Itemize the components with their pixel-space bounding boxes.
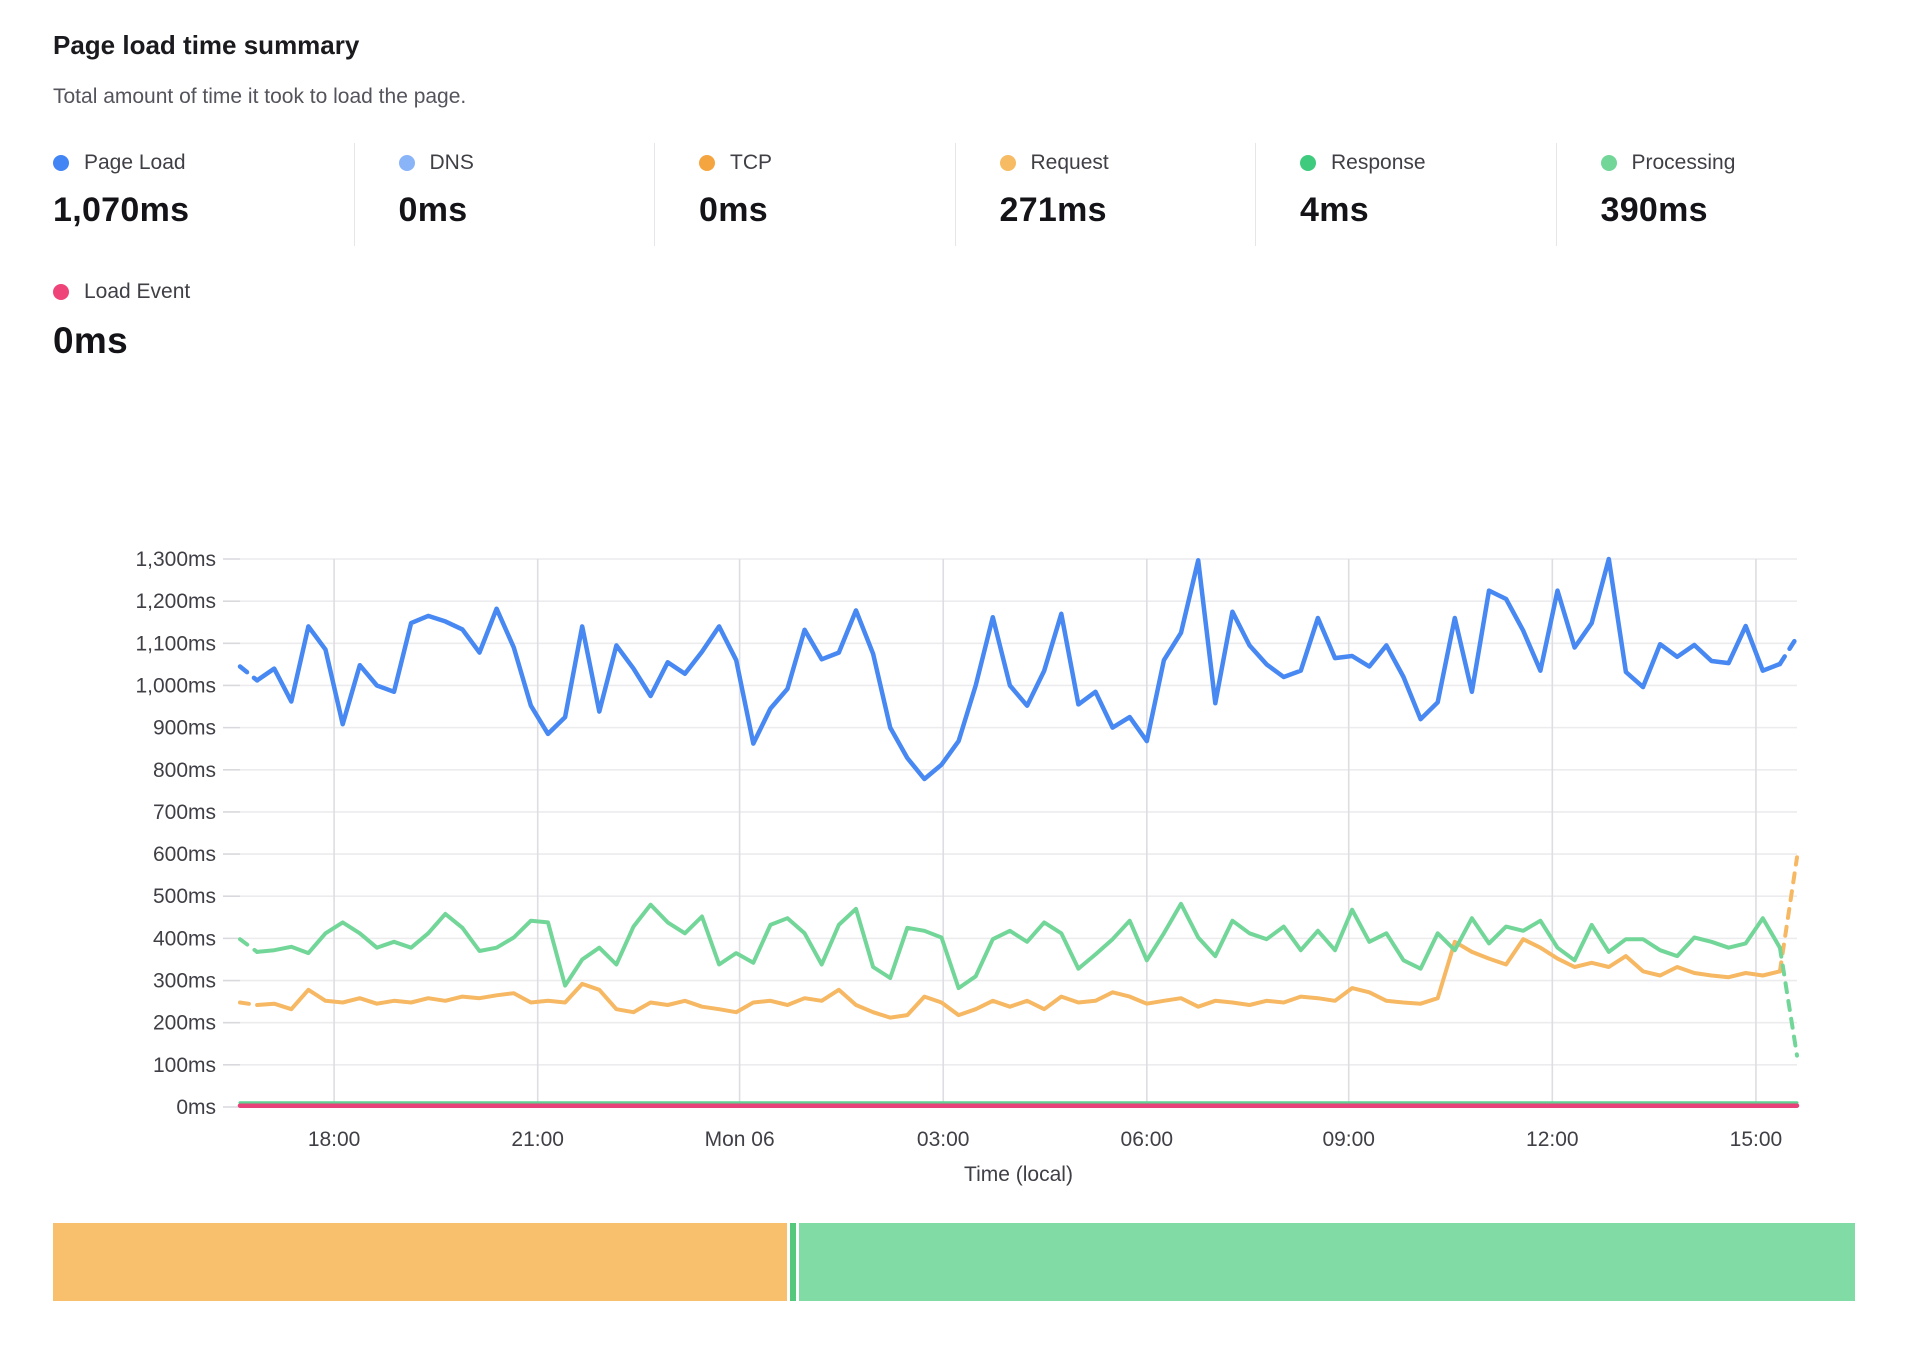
svg-text:Mon 06: Mon 06 [705,1128,775,1151]
metric-legend: Processing [1601,151,1857,175]
metric-legend: Request [1000,151,1256,175]
metric-tcp: TCP 0ms [654,143,955,246]
metrics-row-2: Load Event 0ms [53,272,1856,378]
svg-text:100ms: 100ms [153,1054,216,1077]
status-segment-processing-share [799,1223,1856,1301]
status-segment-request-share [53,1223,787,1301]
series-page-load [240,559,1797,779]
svg-text:03:00: 03:00 [917,1128,970,1151]
metric-label: Load Event [84,280,190,304]
metric-legend: TCP [699,151,955,175]
processing-dot-icon [1601,155,1617,171]
metric-value: 0ms [699,191,955,230]
page-title: Page load time summary [53,30,1856,61]
metric-response: Response 4ms [1255,143,1556,246]
metrics-row: Page Load 1,070ms DNS 0ms TCP 0ms Reques… [53,143,1856,246]
svg-text:09:00: 09:00 [1322,1128,1375,1151]
svg-text:1,100ms: 1,100ms [135,632,216,655]
metric-request: Request 271ms [955,143,1256,246]
svg-text:1,200ms: 1,200ms [135,590,216,613]
svg-text:300ms: 300ms [153,970,216,993]
x-grid-and-labels: 18:00 21:00 Mon 06 03:00 06:00 09:00 12:00 15:0… [308,559,1782,1186]
metric-dns: DNS 0ms [354,143,655,246]
page-load-dot-icon [53,155,69,171]
metric-value: 1,070ms [53,191,354,230]
metric-load-event: Load Event 0ms [53,272,354,378]
svg-text:200ms: 200ms [153,1012,216,1035]
metric-legend: Load Event [53,280,354,304]
svg-text:18:00: 18:00 [308,1128,361,1151]
metric-label: Page Load [84,151,186,175]
metric-value: 4ms [1300,191,1556,230]
metric-processing: Processing 390ms [1556,143,1857,246]
metric-page-load: Page Load 1,070ms [53,143,354,246]
chart-container: 0ms 100ms 200ms 300ms 400ms 500ms 600ms 700ms 80… [53,434,1856,1199]
metric-legend: DNS [399,151,655,175]
series-processing [240,904,1797,1056]
metric-label: Response [1331,151,1426,175]
load-time-breakdown-bar [53,1223,1856,1301]
svg-text:1,000ms: 1,000ms [135,674,216,697]
status-segment-response-share [790,1223,796,1301]
page-load-time-line-chart[interactable]: 0ms 100ms 200ms 300ms 400ms 500ms 600ms 700ms 80… [53,434,1856,1194]
svg-text:400ms: 400ms [153,927,216,950]
metric-value: 390ms [1601,191,1857,230]
metric-value: 0ms [53,320,354,362]
response-dot-icon [1300,155,1316,171]
page-subtitle: Total amount of time it took to load the… [53,85,1856,109]
metric-label: DNS [430,151,474,175]
metric-legend: Page Load [53,151,354,175]
tcp-dot-icon [699,155,715,171]
svg-text:15:00: 15:00 [1730,1128,1783,1151]
svg-text:12:00: 12:00 [1526,1128,1579,1151]
svg-text:500ms: 500ms [153,885,216,908]
metric-label: TCP [730,151,772,175]
metric-value: 271ms [1000,191,1256,230]
load-event-dot-icon [53,284,69,300]
svg-text:800ms: 800ms [153,759,216,782]
svg-text:600ms: 600ms [153,843,216,866]
svg-text:900ms: 900ms [153,717,216,740]
svg-text:700ms: 700ms [153,801,216,824]
metric-legend: Response [1300,151,1556,175]
dns-dot-icon [399,155,415,171]
metric-value: 0ms [399,191,655,230]
metric-label: Request [1031,151,1109,175]
page-load-summary-panel: Page load time summary Total amount of t… [0,0,1910,1301]
x-axis-title: Time (local) [964,1163,1073,1186]
svg-text:1,300ms: 1,300ms [135,548,216,571]
svg-text:0ms: 0ms [176,1096,216,1119]
metric-label: Processing [1632,151,1736,175]
svg-text:21:00: 21:00 [511,1128,564,1151]
request-dot-icon [1000,155,1016,171]
svg-text:06:00: 06:00 [1121,1128,1174,1151]
